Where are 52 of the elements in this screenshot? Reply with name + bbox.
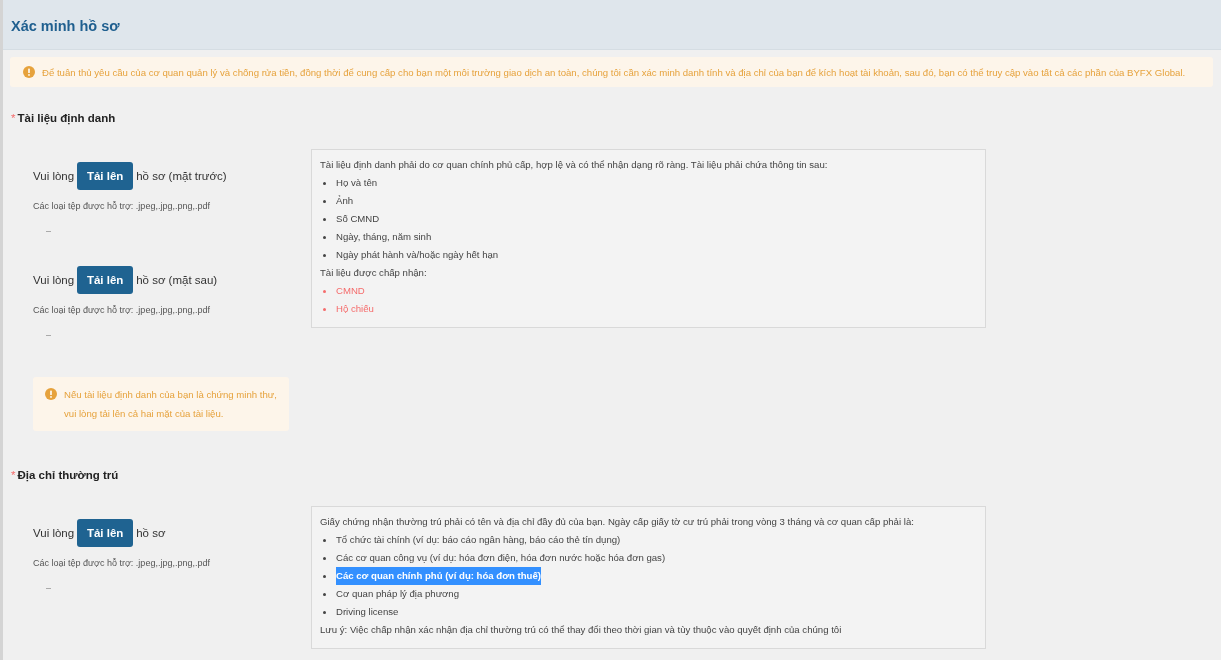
bullet-icon	[323, 556, 326, 560]
upload-prompt: hồ sơ (mặt trước)	[136, 170, 227, 182]
list-item: Họ và tên	[336, 176, 378, 190]
bullet-icon	[323, 592, 326, 596]
info-text: Tài liệu được chấp nhận:	[320, 266, 428, 280]
upload-prompt: hồ sơ	[136, 527, 166, 539]
notice-text: Để tuân thủ yêu cầu của cơ quan quản lý và chống rửa tiền, đồng thời để cung cấp cho bạn một môi trường giao dịch an toàn, chúng tôi cần xác minh danh tính và địa chỉ của bạn để kích hoạt tài khoản, sau đó, bạn có thể truy cập vào tất cả các phần của BYFX Global.	[42, 66, 1186, 78]
empty-file-mark	[46, 335, 51, 336]
warning-icon	[23, 66, 35, 78]
list-item: Ngày phát hành và/hoặc ngày hết hạn	[336, 248, 499, 262]
list-item: Các cơ quan chính phủ (ví dụ: hóa đơn thuế)	[336, 567, 541, 585]
list-item: Số CMND	[336, 212, 380, 226]
warning-text: Nếu tài liệu định danh của bạn là chứng minh thư, vui lòng tải lên cả hai mặt của tài liệu.	[64, 388, 277, 421]
bullet-icon	[323, 217, 326, 221]
bullet-icon	[323, 307, 326, 311]
upload-button[interactable]: Tải lên	[77, 266, 134, 294]
upload-prompt: hồ sơ (mặt sau)	[136, 274, 218, 286]
list-item: Ảnh	[336, 194, 354, 208]
file-type-hint: Các loại tệp được hỗ trợ: .jpeg,.jpg,.png,.pdf	[33, 201, 211, 211]
bullet-icon	[323, 610, 326, 614]
bullet-icon	[323, 538, 326, 542]
accepted-document: Hộ chiếu	[336, 302, 374, 316]
upload-button[interactable]: Tải lên	[77, 519, 134, 547]
info-text: Giấy chứng nhận thường trú phải có tên và địa chỉ đầy đủ của bạn. Ngày cấp giấy tờ cư trú phải trong vòng 3 tháng và cơ quan cấp phải là:	[320, 515, 915, 529]
bullet-icon	[323, 574, 326, 578]
empty-file-mark	[46, 588, 51, 589]
warning-icon	[45, 388, 57, 400]
page-title: Xác minh hồ sơ	[10, 17, 120, 34]
upload-prompt: Vui lòng	[33, 170, 75, 182]
info-text: Lưu ý: Việc chấp nhận xác nhận địa chỉ thường trú có thể thay đổi theo thời gian và tùy thuộc vào quyết định của chúng tôi	[320, 623, 843, 637]
bullet-icon	[323, 253, 326, 257]
section-title: Địa chỉ thường trú	[17, 469, 119, 481]
required-asterisk: *	[11, 112, 16, 124]
upload-button[interactable]: Tải lên	[77, 162, 134, 190]
required-asterisk: *	[11, 469, 16, 481]
upload-prompt: Vui lòng	[33, 274, 75, 286]
bullet-icon	[323, 235, 326, 239]
bullet-icon	[323, 181, 326, 185]
accepted-document: CMND	[336, 284, 365, 298]
list-item: Ngày, tháng, năm sinh	[336, 230, 432, 244]
bullet-icon	[323, 289, 326, 293]
file-type-hint: Các loại tệp được hỗ trợ: .jpeg,.jpg,.png,.pdf	[33, 305, 211, 315]
list-item: Driving license	[336, 605, 399, 619]
file-type-hint: Các loại tệp được hỗ trợ: .jpeg,.jpg,.png,.pdf	[33, 558, 211, 568]
bullet-icon	[323, 199, 326, 203]
empty-file-mark	[46, 231, 51, 232]
section-title: Tài liệu định danh	[17, 112, 116, 124]
list-item: Tổ chức tài chính (ví dụ: báo cáo ngân hàng, báo cáo thẻ tín dụng)	[336, 533, 621, 547]
upload-prompt: Vui lòng	[33, 527, 75, 539]
info-text: Tài liệu định danh phải do cơ quan chính phủ cấp, hợp lệ và có thể nhận dạng rõ ràng. Tài liệu phải chứa thông tin sau:	[320, 158, 829, 172]
list-item: Các cơ quan công vụ (ví dụ: hóa đơn điện, hóa đơn nước hoặc hóa đơn gas)	[336, 551, 666, 565]
list-item: Cơ quan pháp lý địa phương	[336, 587, 460, 601]
